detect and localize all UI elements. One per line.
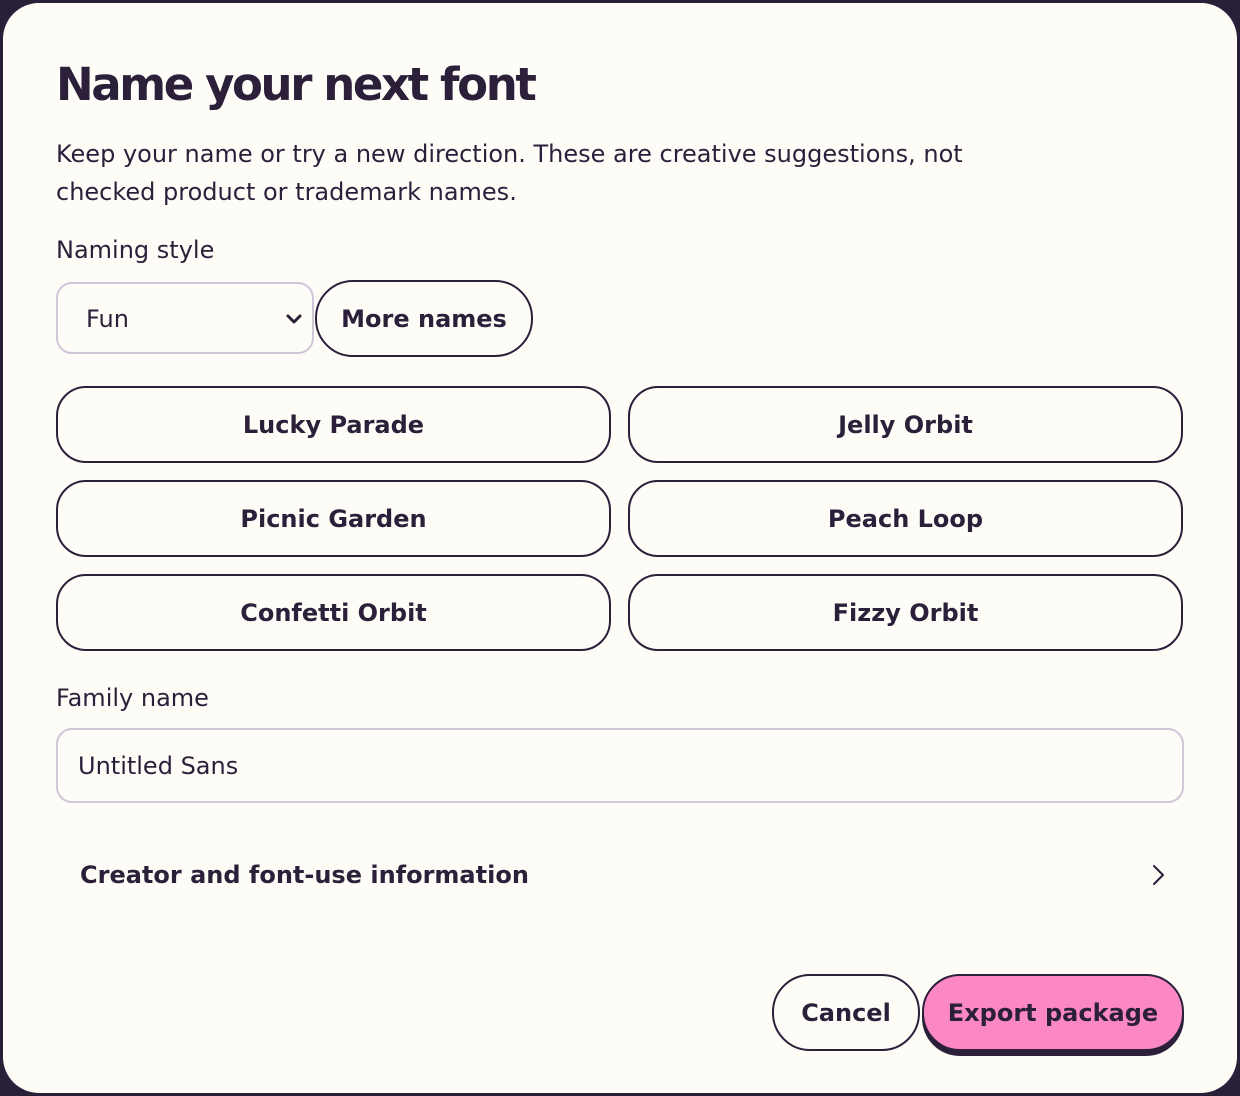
chevron-right-icon bbox=[1153, 865, 1164, 885]
creator-info-disclosure[interactable]: Creator and font-use information bbox=[56, 843, 1184, 907]
creator-info-label: Creator and font-use information bbox=[80, 861, 529, 889]
dialog-description: Keep your name or try a new direction. T… bbox=[56, 140, 963, 206]
suggestion-button[interactable]: Peach Loop bbox=[628, 480, 1183, 557]
naming-style-label: Naming style bbox=[56, 236, 215, 264]
suggestion-button[interactable]: Confetti Orbit bbox=[56, 574, 611, 651]
dialog-title: Name your next font bbox=[56, 58, 537, 111]
suggestion-button[interactable]: Fizzy Orbit bbox=[628, 574, 1183, 651]
more-names-button[interactable]: More names bbox=[315, 280, 533, 357]
naming-style-value: Fun bbox=[86, 305, 129, 333]
cancel-button[interactable]: Cancel bbox=[772, 974, 920, 1051]
chevron-down-icon bbox=[286, 314, 302, 324]
family-name-label: Family name bbox=[56, 684, 209, 712]
name-font-dialog: Name your next font Keep your name or tr… bbox=[3, 3, 1237, 1093]
suggestion-button[interactable]: Jelly Orbit bbox=[628, 386, 1183, 463]
export-package-button[interactable]: Export package bbox=[922, 974, 1184, 1051]
suggestion-button[interactable]: Lucky Parade bbox=[56, 386, 611, 463]
naming-style-select[interactable]: Fun bbox=[56, 282, 314, 354]
family-name-input[interactable] bbox=[56, 728, 1184, 803]
suggestion-button[interactable]: Picnic Garden bbox=[56, 480, 611, 557]
